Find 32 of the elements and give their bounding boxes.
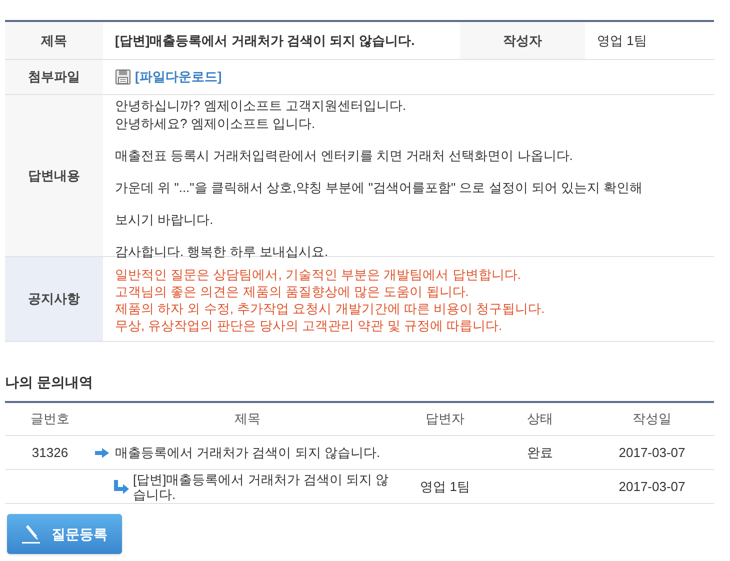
column-header: 작성일 bbox=[632, 410, 672, 428]
inquiry-title-link[interactable]: 매출등록에서 거래처가 검색이 되지 않습니다. bbox=[115, 445, 380, 460]
notice-line: 제품의 하자 외 수정, 추가작업 요청시 개발기간에 따른 비용이 청구됩니다. bbox=[115, 300, 546, 317]
reply-arrow-icon bbox=[113, 480, 129, 494]
notice-line: 고객님의 좋은 의견은 제품의 품질향상에 많은 도움이 됩니다. bbox=[115, 283, 470, 300]
table-cell: 31326 bbox=[32, 444, 68, 460]
answer-paragraph: 감사합니다. 행복한 하루 보내십시요. bbox=[115, 243, 330, 261]
column-header: 답변자 bbox=[424, 410, 466, 428]
table-cell: 2017-03-07 bbox=[618, 444, 686, 460]
field-label: 작성자 bbox=[460, 22, 585, 59]
inquiry-title-link[interactable]: [답변]매출등록에서 거래처가 검색이 되지 않습니다. bbox=[133, 472, 400, 502]
answer-paragraph: 가운데 위 "..."을 클릭해서 상호,약칭 부분에 "검색어를포함" 으로 설정이 되어 있는지 확인해 bbox=[115, 179, 644, 197]
file-download-link[interactable]: [파일다운로드] bbox=[135, 67, 222, 87]
author-value: 영업 1팀 bbox=[596, 32, 648, 50]
post-title: [답변]매출등록에서 거래처가 검색이 되지 않습니다. bbox=[114, 32, 416, 50]
right-arrow-icon bbox=[95, 448, 109, 458]
field-label: 제목 bbox=[5, 22, 103, 59]
section-heading: 나의 문의내역 bbox=[5, 373, 94, 392]
notice-line: 무상, 유상작업의 판단은 당사의 고객관리 약관 및 규정에 따릅니다. bbox=[115, 317, 504, 334]
column-header: 제목 bbox=[234, 410, 262, 428]
answer-paragraph: 보시기 바랍니다. bbox=[115, 211, 214, 229]
column-header: 글번호 bbox=[30, 410, 70, 428]
field-label: 답변내용 bbox=[5, 95, 103, 256]
table-cell: 2017-03-07 bbox=[618, 478, 686, 494]
column-header: 상태 bbox=[526, 410, 554, 428]
table-cell: 영업 1팀 bbox=[420, 478, 470, 494]
field-label: 첨부파일 bbox=[5, 60, 103, 94]
field-label: 공지사항 bbox=[5, 257, 103, 341]
answer-paragraph: 매출전표 등록시 거래처입력란에서 엔터키를 치면 거래처 선택화면이 나옵니다. bbox=[115, 147, 574, 165]
table-cell: 완료 bbox=[527, 444, 553, 460]
notice-line: 일반적인 질문은 상담팀에서, 기술적인 부분은 개발팀에서 답변합니다. bbox=[115, 266, 522, 283]
answer-paragraph: 안녕하십니까? 엠제이소프트 고객지원센터입니다. 안녕하세요? 엠제이소프트 입니다. bbox=[115, 97, 408, 133]
